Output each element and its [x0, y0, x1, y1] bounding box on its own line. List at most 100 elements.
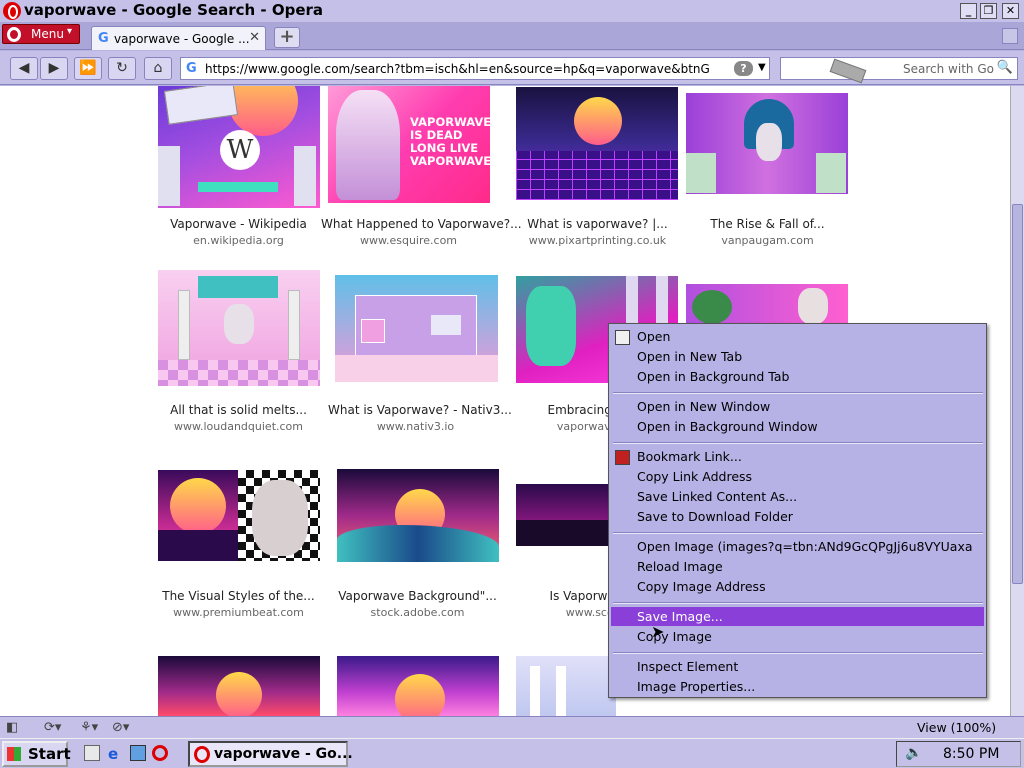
- start-label: Start: [28, 745, 71, 763]
- restore-button[interactable]: ❐: [980, 3, 997, 19]
- tab-label: vaporwave - Google ...: [114, 32, 250, 46]
- menu-item-copy-image-address[interactable]: Copy Image Address: [637, 579, 766, 594]
- opera-logo-icon: [3, 2, 21, 20]
- zoom-level[interactable]: View (100%): [917, 720, 996, 735]
- opera-quicklaunch-icon[interactable]: [152, 745, 168, 761]
- result-title[interactable]: The Visual Styles of the...: [151, 589, 326, 603]
- menu-separator: [613, 652, 983, 654]
- status-bar: ◧ ⟳▾ ⚘▾ ⊘▾ View (100%): [0, 716, 1024, 738]
- result-title[interactable]: What is Vaporwave? - Nativ3...: [328, 403, 512, 417]
- reload-button[interactable]: ↻: [108, 57, 136, 80]
- home-button[interactable]: ⌂: [144, 57, 172, 80]
- menu-item-open-image[interactable]: Open Image (images?q=tbn:ANd9GcQPgJj6u8V…: [637, 539, 973, 554]
- address-text[interactable]: https://www.google.com/search?tbm=isch&h…: [205, 62, 710, 76]
- result-image-row4-1[interactable]: [158, 656, 320, 716]
- wikipedia-logo: W: [220, 130, 260, 170]
- menu-separator: [613, 392, 983, 394]
- result-image-adobe[interactable]: [337, 469, 499, 562]
- volume-icon[interactable]: 🔈: [905, 745, 922, 761]
- mouse-cursor-icon: ➤: [651, 622, 665, 641]
- navigation-bar: ◀ ▶ ⏩ ↻ ⌂ G https://www.google.com/searc…: [0, 51, 1024, 85]
- window-titlebar: vaporwave - Google Search - Opera _ ❐ ✕: [0, 0, 1024, 22]
- menu-item-open[interactable]: Open: [637, 329, 670, 344]
- result-image-pixartprinting[interactable]: [516, 87, 678, 200]
- bookmark-icon: [615, 450, 630, 465]
- result-image-wikipedia[interactable]: W: [158, 86, 320, 208]
- opera-logo-icon: [194, 746, 210, 763]
- clock: 8:50 PM: [943, 746, 1000, 762]
- tab-bar: Menu ▾ G vaporwave - Google ... ✕ +: [0, 22, 1024, 50]
- tab-vaporwave-search[interactable]: G vaporwave - Google ... ✕: [91, 26, 266, 50]
- result-site: www.premiumbeat.com: [173, 606, 304, 619]
- result-image-nativ3[interactable]: [335, 275, 498, 382]
- new-tab-button[interactable]: +: [274, 27, 300, 48]
- result-image-vanpaugam[interactable]: [686, 93, 848, 194]
- scrollbar-thumb[interactable]: [1012, 204, 1023, 584]
- search-engine-decor-icon: [829, 58, 867, 84]
- taskbar-item-label: vaporwave - Go...: [214, 746, 353, 762]
- taskbar: Start e vaporwave - Go... 🔈 8:50 PM: [0, 738, 1024, 768]
- result-site: www.loudandquiet.com: [174, 420, 303, 433]
- search-icon[interactable]: 🔍: [996, 60, 1014, 78]
- back-button[interactable]: ◀: [10, 57, 38, 80]
- result-image-premiumbeat-right[interactable]: [238, 470, 320, 561]
- trash-icon[interactable]: [1002, 28, 1018, 44]
- internet-explorer-icon[interactable]: e: [108, 745, 124, 763]
- menu-item-open-new-tab[interactable]: Open in New Tab: [637, 349, 742, 364]
- result-title[interactable]: Vaporwave - Wikipedia: [151, 217, 326, 231]
- result-image-row4-3[interactable]: [516, 656, 616, 716]
- turbo-icon[interactable]: ⊘▾: [112, 720, 129, 735]
- result-site: en.wikipedia.org: [193, 234, 284, 247]
- menu-item-reload-image[interactable]: Reload Image: [637, 559, 723, 574]
- address-bar[interactable]: G https://www.google.com/search?tbm=isch…: [180, 57, 770, 80]
- result-image-premiumbeat-left[interactable]: [158, 470, 238, 561]
- opera-menu-button[interactable]: Menu ▾: [2, 24, 80, 44]
- vertical-scrollbar[interactable]: [1010, 86, 1024, 716]
- result-image-scottfl[interactable]: [516, 484, 616, 546]
- window-title: vaporwave - Google Search - Opera: [24, 1, 324, 19]
- result-site: vanpaugam.com: [721, 234, 814, 247]
- menu-item-save-image[interactable]: Save Image...: [637, 609, 723, 624]
- notepad-icon[interactable]: [84, 745, 100, 761]
- result-title[interactable]: Vaporwave Background"...: [330, 589, 505, 603]
- menu-item-open-background-window[interactable]: Open in Background Window: [637, 419, 818, 434]
- context-menu: Open Open in New Tab Open in Background …: [608, 323, 987, 698]
- result-title[interactable]: What is vaporwave? |...: [510, 217, 685, 231]
- search-box[interactable]: Search with Go 🔍: [780, 57, 1018, 84]
- minimize-button[interactable]: _: [960, 3, 977, 19]
- unite-icon[interactable]: ⚘▾: [80, 720, 98, 735]
- menu-separator: [613, 602, 983, 604]
- google-favicon-icon: G: [186, 61, 197, 76]
- result-site: stock.adobe.com: [370, 606, 465, 619]
- chevron-down-icon: ▾: [67, 26, 73, 37]
- result-title[interactable]: All that is solid melts...: [151, 403, 326, 417]
- result-title[interactable]: The Rise & Fall of...: [680, 217, 855, 231]
- result-title[interactable]: What Happened to Vaporwave?...: [321, 217, 522, 231]
- sync-icon[interactable]: ⟳▾: [44, 720, 61, 735]
- forward-button[interactable]: ▶: [40, 57, 68, 80]
- result-image-loudandquiet[interactable]: [158, 270, 320, 386]
- menu-item-bookmark-link[interactable]: Bookmark Link...: [637, 449, 742, 464]
- menu-item-image-properties[interactable]: Image Properties...: [637, 679, 755, 694]
- search-input[interactable]: Search with Go: [903, 62, 995, 76]
- help-icon[interactable]: ?: [734, 61, 753, 76]
- desktop-icon[interactable]: [130, 745, 146, 761]
- address-dropdown-icon[interactable]: ▼: [758, 62, 766, 73]
- close-window-button[interactable]: ✕: [1002, 3, 1019, 19]
- tab-close-icon[interactable]: ✕: [249, 30, 260, 45]
- result-site: www.nativ3.io: [376, 420, 455, 433]
- start-button[interactable]: Start: [2, 741, 71, 767]
- menu-item-save-linked-content[interactable]: Save Linked Content As...: [637, 489, 797, 504]
- taskbar-item-opera[interactable]: vaporwave - Go...: [188, 741, 353, 767]
- menu-item-open-background-tab[interactable]: Open in Background Tab: [637, 369, 789, 384]
- menu-item-copy-link-address[interactable]: Copy Link Address: [637, 469, 752, 484]
- menu-item-inspect-element[interactable]: Inspect Element: [637, 659, 738, 674]
- menu-item-open-new-window[interactable]: Open in New Window: [637, 399, 770, 414]
- result-image-esquire[interactable]: VAPORWAVE IS DEAD LONG LIVE VAPORWAVE: [328, 86, 490, 203]
- menu-item-save-to-download-folder[interactable]: Save to Download Folder: [637, 509, 793, 524]
- menu-item-copy-image[interactable]: Copy Image: [637, 629, 712, 644]
- result-image-row4-2[interactable]: [337, 656, 499, 716]
- fast-forward-button[interactable]: ⏩: [74, 57, 102, 80]
- result-image-statues[interactable]: [686, 284, 848, 324]
- panel-toggle-icon[interactable]: ◧: [6, 720, 18, 735]
